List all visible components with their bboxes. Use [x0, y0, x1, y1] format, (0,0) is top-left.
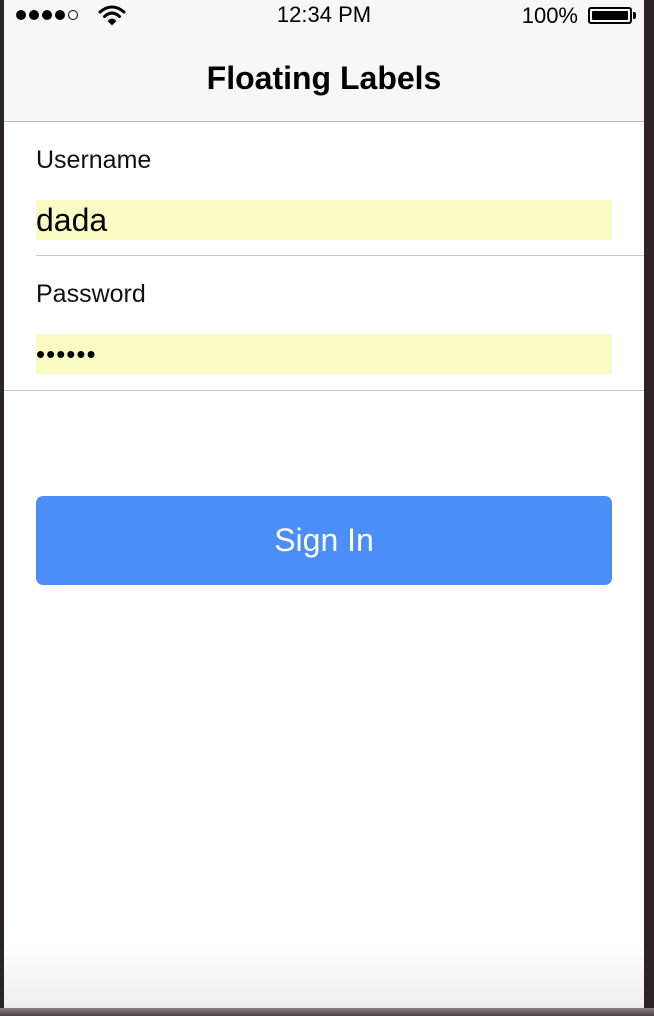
device-frame-right — [644, 0, 654, 1016]
username-input[interactable] — [36, 200, 612, 240]
battery-level-fill — [592, 11, 628, 20]
password-field-group: Password •••••• — [4, 256, 644, 391]
page-title: Floating Labels — [206, 60, 442, 96]
username-label: Username — [36, 146, 152, 174]
navigation-bar: Floating Labels — [4, 30, 644, 122]
app-screen: 12:34 PM 100% Floating Labels Username P… — [4, 0, 644, 1008]
battery-percent: 100% — [521, 3, 578, 28]
bottom-fade — [4, 940, 644, 1008]
battery-tip — [633, 12, 636, 19]
password-input[interactable]: •••••• — [36, 334, 612, 374]
username-field-group: Username — [4, 122, 644, 256]
password-label: Password — [36, 280, 146, 308]
device-frame-bottom — [0, 1008, 654, 1016]
battery-icon — [588, 7, 632, 24]
divider — [4, 390, 644, 391]
sign-in-button[interactable]: Sign In — [36, 496, 612, 585]
status-bar: 12:34 PM 100% — [4, 0, 644, 30]
